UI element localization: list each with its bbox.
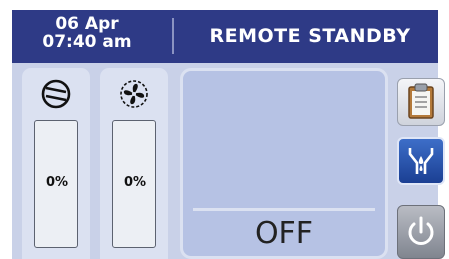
clipboard-icon	[408, 83, 434, 119]
mode-divider	[193, 208, 375, 211]
power-icon	[408, 216, 434, 245]
compressor-percent: 0%	[45, 175, 69, 190]
compressor-icon	[41, 79, 71, 109]
valve-button[interactable]	[397, 137, 445, 185]
power-button[interactable]	[397, 205, 445, 259]
mode-label: OFF	[254, 216, 314, 251]
fan-column: 0%	[100, 68, 168, 259]
datetime-display: 06 Apr 07:40 am	[12, 15, 162, 51]
compressor-column: 0%	[22, 68, 90, 259]
fan-percent: 0%	[123, 175, 147, 190]
compressor-meter: 0%	[34, 120, 78, 248]
fan-meter: 0%	[112, 120, 156, 248]
time-label: 07:40 am	[42, 32, 132, 52]
header-bar: 06 Apr 07:40 am REMOTE STANDBY	[12, 10, 438, 63]
date-label: 06 Apr	[55, 14, 119, 34]
fan-icon	[120, 80, 148, 108]
status-title: REMOTE STANDBY	[209, 25, 411, 47]
header-divider	[172, 18, 174, 54]
clipboard-button[interactable]	[397, 78, 445, 126]
mode-panel[interactable]: OFF	[180, 68, 388, 259]
valve-icon	[408, 148, 434, 174]
